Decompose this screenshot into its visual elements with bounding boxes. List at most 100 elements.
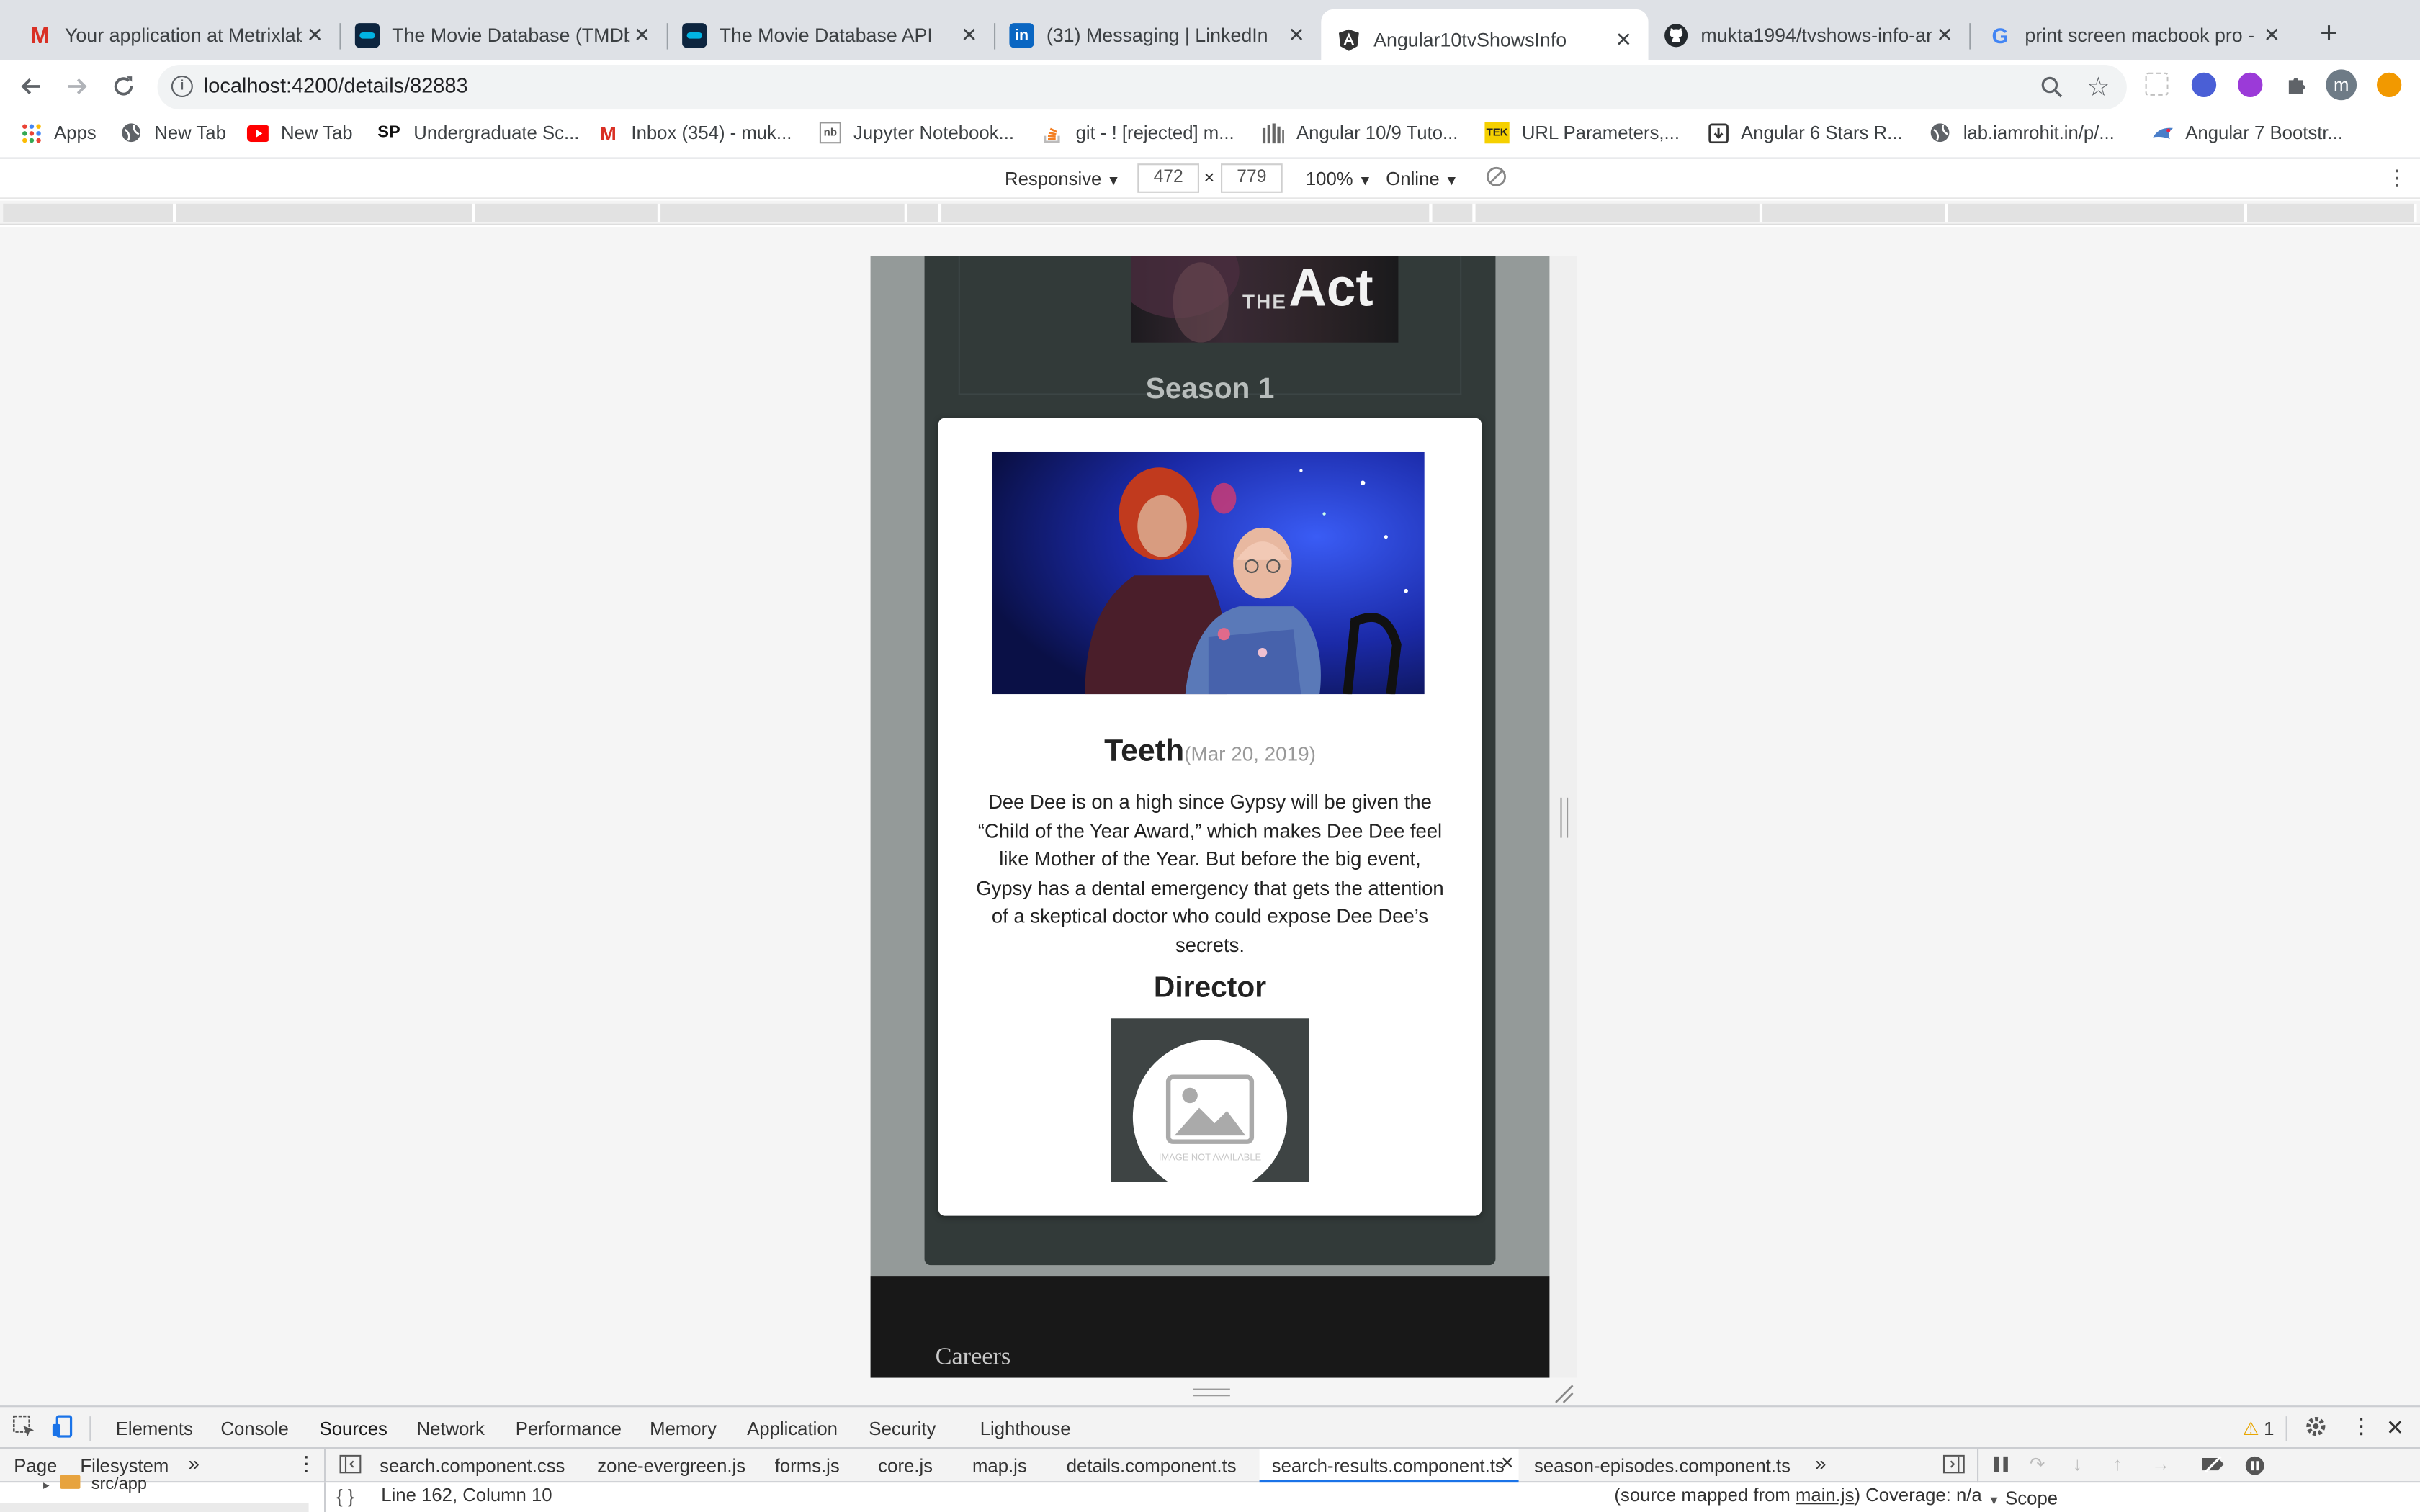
device-toggle-icon[interactable] [51, 1415, 74, 1443]
navigator-tab-filesystem[interactable]: Filesystem [80, 1455, 169, 1477]
devtools-tab-lighthouse[interactable]: Lighthouse [980, 1418, 1071, 1439]
warning-icon[interactable]: ⚠ 1 [2243, 1418, 2275, 1439]
forward-button[interactable] [60, 69, 94, 103]
close-tab-icon[interactable]: ✕ [302, 23, 327, 48]
step-icon[interactable]: → [2151, 1454, 2170, 1475]
step-into-icon[interactable]: ↓ [2073, 1454, 2082, 1475]
file-tab[interactable]: core.js [878, 1455, 933, 1477]
media-query-segment[interactable] [941, 203, 1433, 222]
browser-tab[interactable]: The Movie Database (TMDb) ✕ [339, 9, 668, 62]
more-options-icon[interactable]: ⋮ [296, 1452, 316, 1476]
zoom-icon[interactable] [2040, 76, 2063, 104]
update-icon[interactable] [2377, 72, 2402, 97]
toggle-debugger-icon[interactable] [1942, 1454, 1965, 1478]
navigator-tab-page[interactable]: Page [14, 1455, 57, 1477]
more-options-icon[interactable]: ⋮ [2386, 165, 2408, 191]
file-tab[interactable]: season-episodes.component.ts [1534, 1455, 1791, 1477]
browser-tab[interactable]: G print screen macbook pro - G ✕ [1973, 9, 2297, 62]
media-query-segment[interactable] [3, 203, 176, 222]
url-text[interactable]: localhost:4200/details/82883 [204, 74, 468, 97]
bookmark-item[interactable]: M Inbox (354) - muk... [597, 121, 792, 144]
devtools-tab-console[interactable]: Console [220, 1418, 288, 1439]
devtools-tab-network[interactable]: Network [417, 1418, 485, 1439]
file-tab[interactable]: zone-evergreen.js [597, 1455, 745, 1477]
inspect-element-icon[interactable] [12, 1415, 35, 1443]
bookmark-item[interactable]: Angular 7 Bootstr... [2151, 122, 2343, 143]
careers-link[interactable]: Careers [936, 1344, 1011, 1372]
bookmark-item[interactable]: git - ! [rejected] m... [1041, 122, 1234, 143]
step-over-icon[interactable]: ↷ [2030, 1454, 2045, 1475]
more-options-icon[interactable]: ⋮ [2351, 1413, 2372, 1439]
more-files-chevron-icon[interactable]: » [1815, 1452, 1827, 1475]
pretty-print-icon[interactable]: { } [336, 1486, 354, 1508]
device-mode-dropdown[interactable]: Responsive ▼ [1005, 168, 1121, 190]
bookmark-item[interactable]: Angular 10/9 Tuto... [1262, 122, 1458, 143]
pause-on-exceptions-icon[interactable] [2244, 1455, 2266, 1481]
resize-handle-bottom[interactable] [1193, 1388, 1230, 1397]
bookmark-apps[interactable]: Apps [20, 122, 97, 143]
file-tab[interactable]: search.component.css [380, 1455, 565, 1477]
devtools-tab-elements[interactable]: Elements [116, 1418, 193, 1439]
close-tab-icon[interactable]: ✕ [957, 23, 982, 48]
extension-icon[interactable] [2238, 72, 2263, 97]
file-tree-item[interactable]: ▸ src/app [43, 1475, 147, 1493]
bookmark-item[interactable]: TEK URL Parameters,... [1484, 122, 1680, 144]
browser-tab[interactable]: M Your application at Metrixlab ✕ [12, 9, 341, 62]
file-tab[interactable]: forms.js [775, 1455, 840, 1477]
file-tab[interactable]: map.js [972, 1455, 1027, 1477]
bookmark-item[interactable]: nb Jupyter Notebook... [819, 122, 1014, 144]
browser-tab[interactable]: in (31) Messaging | LinkedIn ✕ [994, 9, 1321, 62]
deactivate-breakpoints-icon[interactable] [2201, 1455, 2226, 1478]
network-throttle-dropdown[interactable]: Online ▼ [1386, 168, 1458, 190]
devtools-tab-memory[interactable]: Memory [650, 1418, 717, 1439]
settings-gear-icon[interactable] [2304, 1415, 2327, 1443]
bookmark-item[interactable]: Angular 6 Stars R... [1707, 122, 1903, 143]
media-query-segment[interactable] [660, 203, 908, 222]
bookmark-item[interactable]: SP Undergraduate Sc... [377, 122, 579, 143]
media-query-segment[interactable] [176, 203, 475, 222]
media-query-segment[interactable] [908, 203, 942, 222]
step-out-icon[interactable]: ↑ [2113, 1454, 2123, 1475]
devtools-tab-performance[interactable]: Performance [516, 1418, 622, 1439]
browser-tab[interactable]: The Movie Database API ✕ [667, 9, 996, 62]
bookmark-item[interactable]: New Tab [120, 122, 226, 143]
devtools-tab-sources[interactable]: Sources [304, 1418, 403, 1452]
reload-button[interactable] [107, 69, 140, 103]
close-tab-icon[interactable]: ✕ [629, 23, 654, 48]
site-info-icon[interactable]: i [171, 76, 193, 97]
media-query-segment[interactable] [2247, 203, 2417, 222]
file-tab[interactable]: details.component.ts [1067, 1455, 1237, 1477]
new-tab-button[interactable]: + [2313, 19, 2344, 50]
pause-icon[interactable] [1992, 1455, 2011, 1478]
resize-handle-right[interactable] [1560, 797, 1569, 838]
close-tab-icon[interactable]: ✕ [1611, 27, 1636, 52]
toggle-navigator-icon[interactable] [339, 1454, 362, 1478]
extensions-puzzle-icon[interactable] [2284, 73, 2308, 97]
close-tab-icon[interactable]: ✕ [1284, 23, 1309, 48]
close-tab-icon[interactable]: ✕ [1932, 23, 1957, 48]
viewport-height-input[interactable]: 779 [1221, 163, 1283, 193]
media-query-segment[interactable] [1762, 203, 1948, 222]
close-devtools-icon[interactable]: ✕ [2386, 1415, 2404, 1441]
rotate-icon[interactable] [1484, 165, 1507, 193]
media-query-segment[interactable] [1948, 203, 2247, 222]
devtools-tab-application[interactable]: Application [747, 1418, 838, 1439]
extension-check-icon[interactable] [2191, 72, 2217, 97]
resize-handle-corner[interactable] [1553, 1382, 1574, 1404]
browser-tab[interactable]: mukta1994/tvshows-info-an ✕ [1649, 9, 1971, 62]
media-query-segment[interactable] [1475, 203, 1763, 222]
viewport-width-input[interactable]: 472 [1137, 163, 1199, 193]
bookmark-star-icon[interactable]: ☆ [2087, 73, 2110, 104]
source-map-link[interactable]: main.js [1796, 1484, 1854, 1506]
back-button[interactable] [14, 69, 48, 103]
close-tab-icon[interactable]: ✕ [2259, 23, 2284, 48]
scope-section[interactable]: ▼ Scope [1988, 1488, 2058, 1509]
more-tabs-chevron-icon[interactable]: » [188, 1452, 200, 1475]
bookmark-item[interactable]: New Tab [246, 122, 353, 143]
profile-avatar[interactable]: m [2326, 69, 2357, 101]
extension-icon[interactable] [2145, 72, 2169, 96]
devtools-tab-security[interactable]: Security [869, 1418, 936, 1439]
zoom-dropdown[interactable]: 100% ▼ [1306, 168, 1372, 190]
file-tab-active[interactable]: search-results.component.ts ✕ [1259, 1449, 1519, 1483]
media-query-segment[interactable] [1432, 203, 1476, 222]
